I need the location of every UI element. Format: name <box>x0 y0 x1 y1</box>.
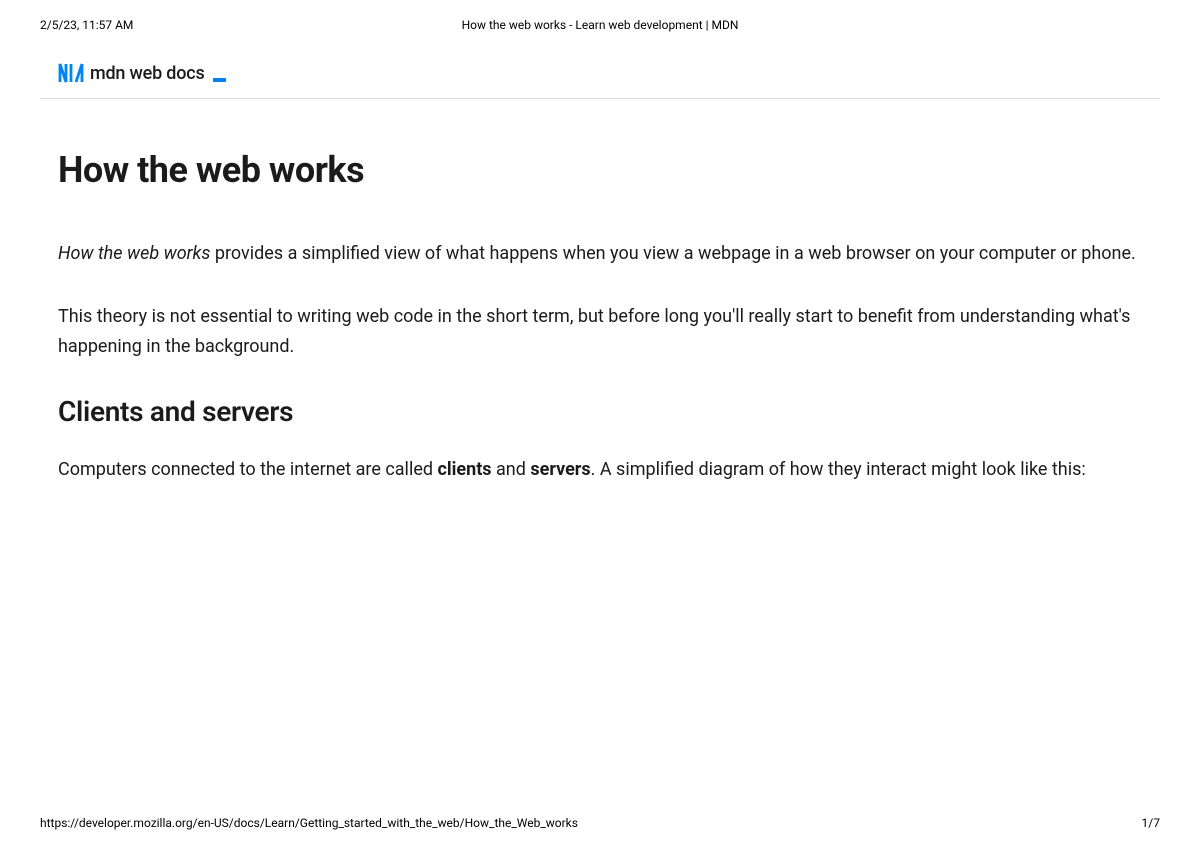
print-footer: https://developer.mozilla.org/en-US/docs… <box>40 816 1160 830</box>
intro-paragraph-1: How the web works provides a simplified … <box>58 239 1142 270</box>
mdn-logo-text: mdn web docs <box>90 63 205 84</box>
text-segment: and <box>492 459 531 480</box>
print-title: How the web works - Learn web developmen… <box>462 18 739 32</box>
intro-text-1: provides a simplified view of what happe… <box>210 243 1135 264</box>
mdn-logo-icon <box>58 62 84 84</box>
section-heading-clients-servers: Clients and servers <box>58 395 1142 428</box>
mdn-logo[interactable]: mdn web docs <box>58 62 1200 84</box>
bold-clients: clients <box>437 459 491 480</box>
text-segment: Computers connected to the internet are … <box>58 459 437 480</box>
intro-paragraph-2: This theory is not essential to writing … <box>58 302 1142 363</box>
intro-emphasis: How the web works <box>58 243 210 264</box>
article-content: How the web works How the web works prov… <box>0 99 1200 485</box>
text-segment: . A simplified diagram of how they inter… <box>591 459 1086 480</box>
print-url: https://developer.mozilla.org/en-US/docs… <box>40 816 578 830</box>
page-title: How the web works <box>58 149 1142 191</box>
print-page-number: 1/7 <box>1142 816 1160 830</box>
bold-servers: servers <box>530 459 590 480</box>
print-timestamp: 2/5/23, 11:57 AM <box>40 18 133 32</box>
section-paragraph-1: Computers connected to the internet are … <box>58 456 1142 485</box>
cursor-icon <box>213 78 226 82</box>
print-header: 2/5/23, 11:57 AM How the web works - Lea… <box>0 0 1200 32</box>
